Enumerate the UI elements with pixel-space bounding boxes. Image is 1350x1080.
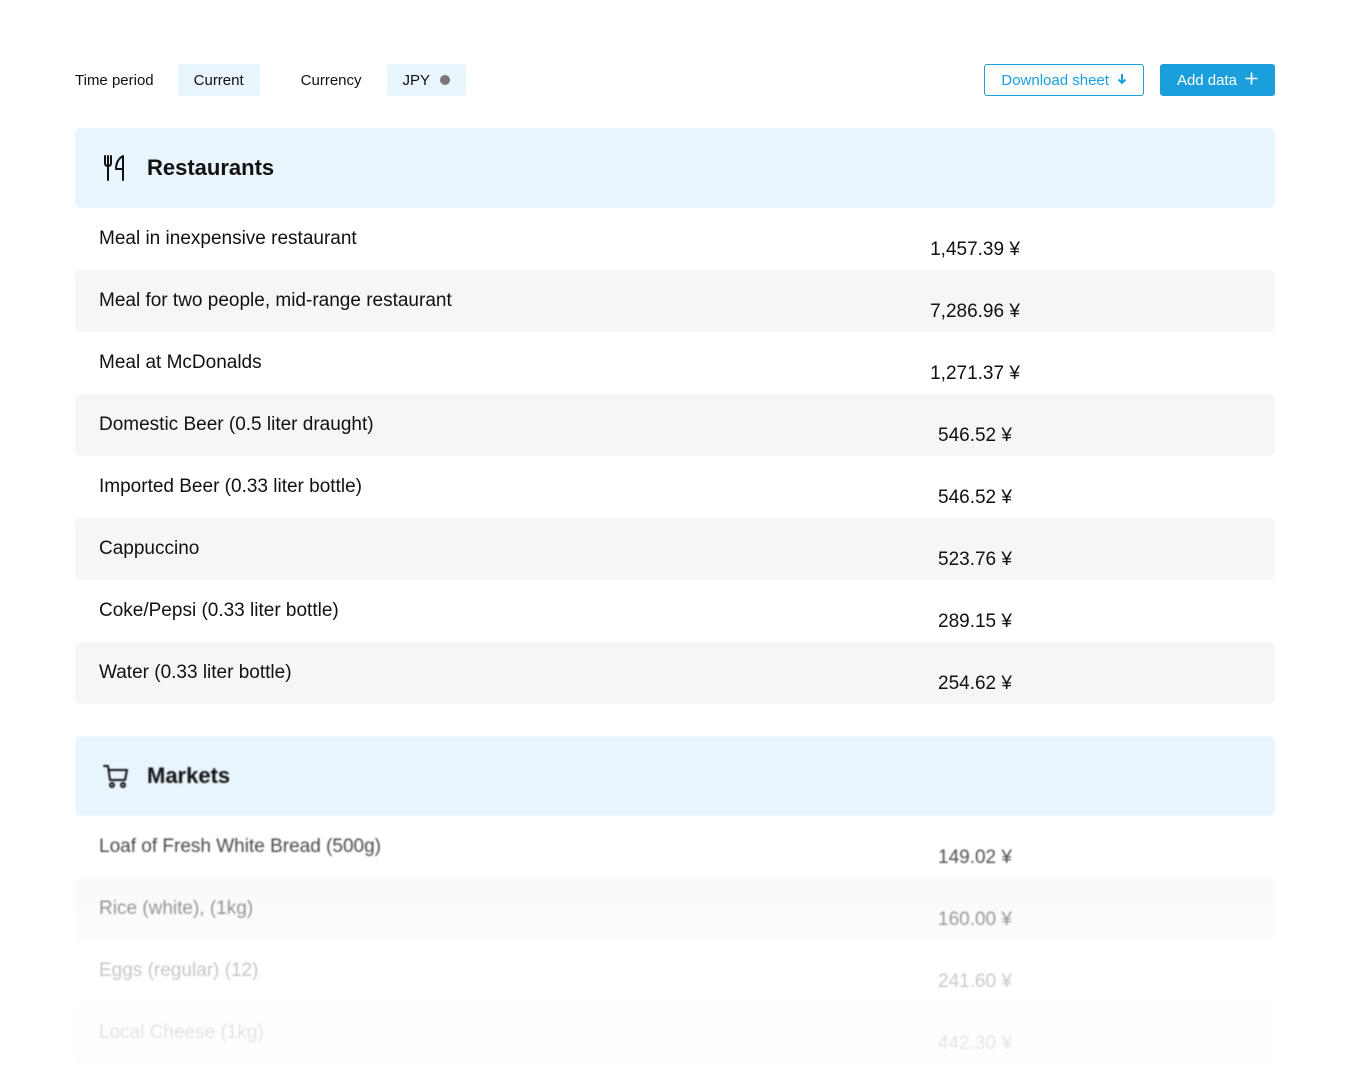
item-name: Rice (white), (1kg): [99, 898, 254, 919]
item-name: Cappuccino: [99, 538, 200, 559]
item-name: Water (0.33 liter bottle): [99, 662, 292, 683]
item-name: Meal at McDonalds: [99, 352, 262, 373]
download-sheet-label: Download sheet: [1001, 71, 1109, 89]
item-name: Coke/Pepsi (0.33 liter bottle): [99, 600, 339, 621]
item-price: 1,271.37 ¥: [930, 363, 1020, 384]
item-price: 523.76 ¥: [938, 549, 1012, 570]
item-name: Eggs (regular) (12): [99, 960, 259, 981]
currency-indicator-icon: [440, 75, 451, 85]
restaurants-title: Restaurants: [147, 155, 275, 180]
item-price: 1,457.39 ¥: [930, 239, 1020, 260]
time-period-label: Time period: [75, 71, 154, 89]
time-period-select[interactable]: Current: [177, 64, 260, 96]
table-row: Eggs (regular) (12) 241.60 ¥: [75, 940, 1275, 1002]
item-price: 546.52 ¥: [938, 487, 1012, 508]
restaurants-list: Meal in inexpensive restaurant 1,457.39 …: [75, 208, 1275, 704]
markets-list: Loaf of Fresh White Bread (500g) 149.02 …: [75, 816, 1275, 1064]
table-row: Loaf of Fresh White Bread (500g) 149.02 …: [75, 816, 1275, 878]
download-arrow-icon: [1117, 73, 1127, 88]
markets-title: Markets: [147, 763, 231, 788]
table-row: Meal in inexpensive restaurant 1,457.39 …: [75, 208, 1275, 270]
currency-label: Currency: [300, 71, 362, 89]
item-price: 160.00 ¥: [938, 909, 1012, 930]
time-period-value: Current: [193, 71, 244, 89]
table-row: Imported Beer (0.33 liter bottle) 546.52…: [75, 456, 1275, 518]
item-name: Meal for two people, mid-range restauran…: [99, 290, 452, 311]
markets-section-header: Markets: [75, 736, 1275, 816]
markets-section: Markets Loaf of Fresh White Bread (500g)…: [0, 736, 1350, 1080]
table-row: Meal for two people, mid-range restauran…: [75, 270, 1275, 332]
item-price: 241.60 ¥: [938, 971, 1012, 992]
toolbar: Time period Current Currency JPY Downloa…: [75, 64, 1275, 96]
table-row: Domestic Beer (0.5 liter draught) 546.52…: [75, 394, 1275, 456]
download-sheet-button[interactable]: Download sheet: [984, 64, 1144, 96]
table-row: Water (0.33 liter bottle) 254.62 ¥: [75, 642, 1275, 704]
currency-select[interactable]: JPY: [386, 64, 467, 96]
fork-knife-icon: [103, 154, 129, 182]
table-row: Coke/Pepsi (0.33 liter bottle) 289.15 ¥: [75, 580, 1275, 642]
item-name: Loaf of Fresh White Bread (500g): [99, 836, 381, 857]
currency-value: JPY: [402, 71, 431, 89]
shopping-cart-icon: [103, 762, 129, 790]
add-data-button[interactable]: Add data: [1159, 64, 1275, 96]
item-price: 254.62 ¥: [938, 673, 1012, 694]
table-row: Rice (white), (1kg) 160.00 ¥: [75, 878, 1275, 940]
item-price: 149.02 ¥: [938, 847, 1012, 868]
item-price: 442.30 ¥: [938, 1033, 1012, 1054]
item-name: Local Cheese (1kg): [99, 1022, 264, 1043]
plus-icon: [1245, 72, 1258, 88]
table-row: Cappuccino 523.76 ¥: [75, 518, 1275, 580]
item-price: 546.52 ¥: [938, 425, 1012, 446]
restaurants-section-header: Restaurants: [75, 128, 1275, 208]
page: Time period Current Currency JPY Downloa…: [0, 0, 1350, 1080]
item-price: 289.15 ¥: [938, 611, 1012, 632]
table-row: Meal at McDonalds 1,271.37 ¥: [75, 332, 1275, 394]
add-data-label: Add data: [1176, 71, 1237, 89]
item-price: 7,286.96 ¥: [930, 301, 1020, 322]
table-row: Local Cheese (1kg) 442.30 ¥: [75, 1002, 1275, 1064]
item-name: Domestic Beer (0.5 liter draught): [99, 414, 374, 435]
item-name: Meal in inexpensive restaurant: [99, 228, 357, 249]
item-name: Imported Beer (0.33 liter bottle): [99, 476, 362, 497]
